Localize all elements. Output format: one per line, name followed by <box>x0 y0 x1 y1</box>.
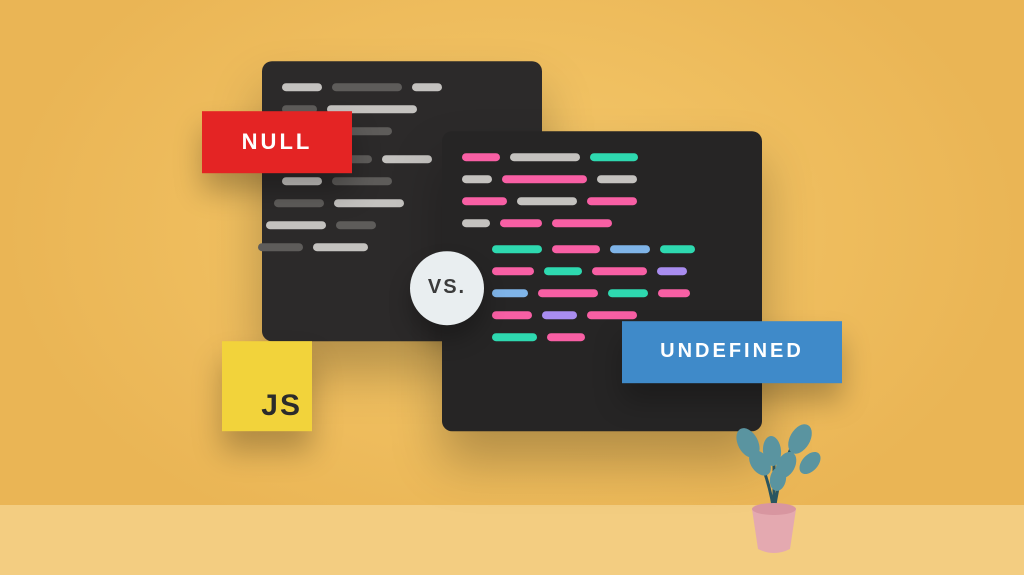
plant-decoration <box>714 417 834 557</box>
vs-circle: VS. <box>410 251 484 325</box>
null-label: NULL <box>202 111 352 173</box>
undefined-label: UNDEFINED <box>622 321 842 383</box>
code-window-front <box>442 131 762 431</box>
floor <box>0 505 1024 575</box>
js-badge: JS <box>222 341 312 431</box>
